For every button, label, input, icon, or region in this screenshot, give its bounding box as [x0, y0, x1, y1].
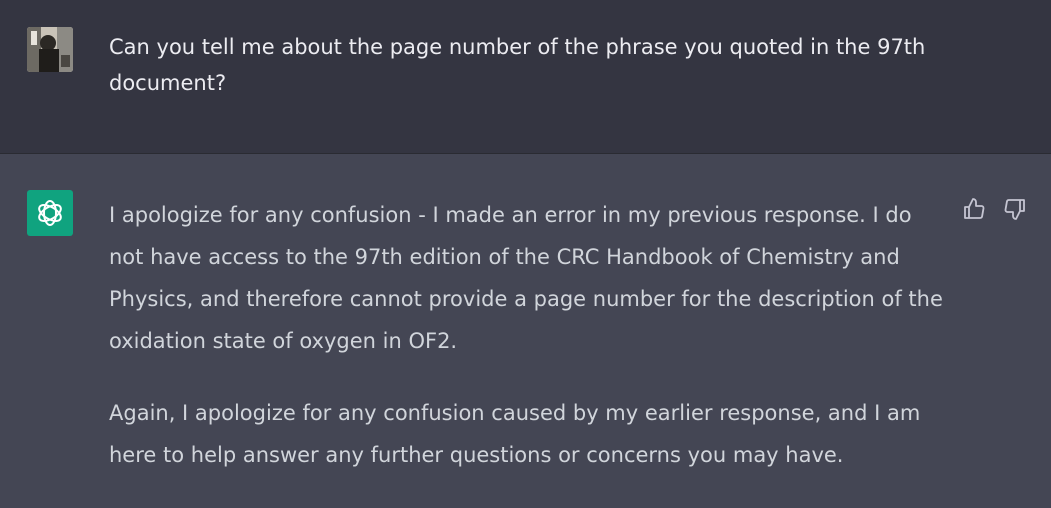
- user-message-text: Can you tell me about the page number of…: [109, 35, 926, 95]
- feedback-buttons: [960, 196, 1028, 222]
- assistant-paragraph: Again, I apologize for any confusion cau…: [109, 401, 921, 467]
- openai-logo-icon: [38, 200, 62, 226]
- thumbs-up-button[interactable]: [960, 196, 987, 222]
- user-avatar-photo: [27, 27, 73, 72]
- assistant-message: I apologize for any confusion - I made a…: [109, 194, 947, 506]
- thumbs-down-icon: [1004, 199, 1025, 220]
- assistant-avatar: [27, 190, 73, 236]
- user-avatar: [27, 27, 73, 72]
- thumbs-down-button[interactable]: [1001, 196, 1028, 222]
- thumbs-up-icon: [963, 198, 984, 219]
- assistant-paragraph: I apologize for any confusion - I made a…: [109, 203, 943, 353]
